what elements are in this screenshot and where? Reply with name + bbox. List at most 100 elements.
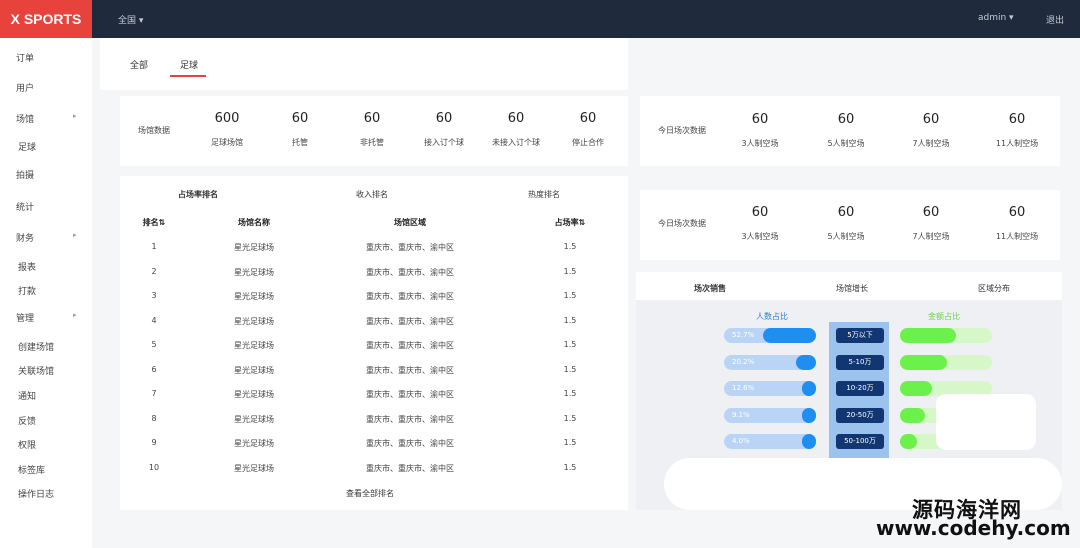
- table-row[interactable]: 7 星光足球场 重庆市、重庆市、渝中区 1.5: [120, 389, 628, 403]
- user-menu[interactable]: admin ▾: [978, 13, 1014, 23]
- table-row[interactable]: 8 星光足球场 重庆市、重庆市、渝中区 1.5: [120, 414, 628, 428]
- stat-value: 60: [1008, 205, 1026, 220]
- income-band-label: 5万以下: [836, 328, 884, 343]
- view-all-ranking-link[interactable]: 查看全部排名: [346, 488, 394, 499]
- people-share-bar: [802, 434, 816, 449]
- sidebar-item-stats[interactable]: 统计: [0, 195, 92, 217]
- people-share-bar: [796, 354, 816, 370]
- sidebar-item-football[interactable]: 足球: [0, 135, 92, 157]
- chevron-right-icon: ▸: [73, 231, 77, 239]
- logout-link[interactable]: 退出: [1046, 13, 1064, 26]
- venue-name-cell: 星光足球场: [234, 390, 274, 399]
- column-header-region: 场馆区域: [394, 218, 426, 227]
- sidebar-item-users[interactable]: 用户: [0, 76, 92, 98]
- sidebar-item-orders[interactable]: 订单: [0, 46, 92, 68]
- region-cell: 重庆市、重庆市、渝中区: [366, 316, 454, 326]
- column-header-rank[interactable]: 排名⇅: [134, 217, 174, 228]
- table-row[interactable]: 1 星光足球场 重庆市、重庆市、渝中区 1.5: [120, 242, 628, 256]
- today-stats-panel: 今日场次数据 60 3人制空场 60 5人制空场 60 7人制空场 60 11人…: [640, 96, 1060, 166]
- overlay-box: [936, 394, 1036, 450]
- sidebar-item-op-log[interactable]: 操作日志: [0, 482, 92, 504]
- tab-venue-growth[interactable]: 场馆增长: [836, 283, 868, 294]
- occupancy-cell: 1.5: [563, 291, 577, 300]
- venue-stats-panel: 场馆数据 600 足球场馆 60 托管 60 非托管 60 接入订个球 60 未…: [120, 96, 628, 166]
- sidebar: 订单 用户 场馆 ▸ 足球 拍摄 统计 财务 ▸ 报表 打款 管理 ▸ 创建场馆 关联…: [0, 38, 92, 548]
- stat-value: 60: [837, 205, 855, 220]
- sidebar-item-link-venue[interactable]: 关联场馆: [0, 359, 92, 381]
- column-header-occupancy[interactable]: 占场率⇅: [540, 217, 600, 228]
- tab-income-rank[interactable]: 收入排名: [356, 189, 388, 200]
- venue-stats-label: 场馆数据: [138, 126, 170, 135]
- rank-cell: 2: [151, 266, 157, 276]
- stat-label: 7人制空场: [912, 139, 950, 148]
- stat-label: 3人制空场: [741, 232, 779, 241]
- occupancy-cell: 1.5: [563, 364, 577, 374]
- sidebar-item-payouts[interactable]: 打款: [0, 279, 92, 301]
- tab-all[interactable]: 全部: [130, 58, 148, 71]
- tab-occupancy-rank[interactable]: 占场率排名: [178, 189, 218, 200]
- rank-cell: 9: [151, 438, 157, 447]
- region-cell: 重庆市、重庆市、渝中区: [366, 390, 454, 399]
- active-tab-indicator: [170, 75, 206, 77]
- sidebar-item-filming[interactable]: 拍摄: [0, 163, 92, 185]
- stat-value: 60: [363, 111, 381, 126]
- table-row[interactable]: 9 星光足球场 重庆市、重庆市、渝中区 1.5: [120, 438, 628, 452]
- tab-region-distribution[interactable]: 区域分布: [978, 283, 1010, 294]
- table-row[interactable]: 10 星光足球场 重庆市、重庆市、渝中区 1.5: [120, 463, 628, 477]
- people-share-label: 12.6%: [732, 384, 755, 392]
- table-row[interactable]: 5 星光足球场 重庆市、重庆市、渝中区 1.5: [120, 340, 628, 354]
- table-row[interactable]: 6 星光足球场 重庆市、重庆市、渝中区 1.5: [120, 365, 628, 379]
- people-share-label: 9.1%: [732, 410, 750, 419]
- people-share-title: 人数占比: [756, 312, 788, 321]
- stat-label: 停止合作: [572, 138, 604, 147]
- sidebar-item-create-venue[interactable]: 创建场馆: [0, 335, 92, 357]
- stat-label: 3人制空场: [741, 139, 779, 148]
- income-band-label: 5-10万: [836, 354, 884, 370]
- ranking-panel: 占场率排名 收入排名 热度排名 排名⇅ 场馆名称 场馆区域 占场率⇅ 1 星光足球…: [120, 176, 628, 510]
- stat-value: 60: [435, 111, 453, 126]
- occupancy-cell: 1.5: [563, 413, 577, 423]
- table-row[interactable]: 4 星光足球场 重庆市、重庆市、渝中区 1.5: [120, 316, 628, 330]
- stat-value: 60: [837, 112, 855, 127]
- people-share-bar: [802, 381, 816, 396]
- venue-name-cell: 星光足球场: [234, 316, 274, 326]
- venue-name-cell: 星光足球场: [234, 292, 274, 301]
- stat-value: 60: [579, 111, 597, 126]
- income-band-label: 10-20万: [836, 381, 884, 396]
- sidebar-item-venues[interactable]: 场馆 ▸: [0, 107, 92, 129]
- occupancy-cell: 1.5: [563, 266, 577, 276]
- stat-label: 足球场馆: [211, 138, 243, 147]
- stat-value: 60: [922, 112, 940, 127]
- stat-label: 5人制空场: [827, 232, 865, 241]
- occupancy-cell: 1.5: [563, 340, 577, 349]
- tab-football[interactable]: 足球: [180, 58, 198, 71]
- watermark-url: www.codehy.com: [876, 516, 1071, 540]
- sidebar-item-notices[interactable]: 通知: [0, 384, 92, 406]
- brand-logo[interactable]: X SPORTS: [0, 0, 92, 38]
- sidebar-item-permissions[interactable]: 权限: [0, 433, 92, 455]
- top-bar: X SPORTS 全国 ▾ admin ▾ 退出: [0, 0, 1080, 38]
- sidebar-item-tags[interactable]: 标签库: [0, 458, 92, 480]
- sidebar-item-finance[interactable]: 财务 ▸: [0, 226, 92, 248]
- people-share-bar: [763, 328, 816, 343]
- sidebar-item-management[interactable]: 管理 ▸: [0, 306, 92, 328]
- rank-cell: 6: [151, 364, 157, 374]
- stat-label: 11人制空场: [995, 232, 1039, 241]
- today-stats-panel: 今日场次数据 60 3人制空场 60 5人制空场 60 7人制空场 60 11人…: [640, 190, 1060, 260]
- sales-tab-bar: 场次销售 场馆增长 区域分布: [636, 272, 1062, 300]
- rank-cell: 4: [151, 315, 157, 325]
- table-row[interactable]: 2 星光足球场 重庆市、重庆市、渝中区 1.5: [120, 267, 628, 281]
- rank-cell: 7: [151, 389, 157, 398]
- stat-value: 60: [291, 111, 309, 126]
- stat-value: 60: [507, 111, 525, 126]
- region-selector[interactable]: 全国 ▾: [118, 13, 143, 26]
- tab-session-sales[interactable]: 场次销售: [694, 283, 726, 294]
- tab-popularity-rank[interactable]: 热度排名: [528, 189, 560, 200]
- venue-name-cell: 星光足球场: [234, 267, 274, 277]
- rank-cell: 3: [151, 291, 157, 300]
- table-row[interactable]: 3 星光足球场 重庆市、重庆市、渝中区 1.5: [120, 291, 628, 305]
- sidebar-item-feedback[interactable]: 反馈: [0, 409, 92, 431]
- region-cell: 重庆市、重庆市、渝中区: [366, 365, 454, 375]
- sidebar-item-reports[interactable]: 报表: [0, 255, 92, 277]
- amount-share-bar: [900, 407, 925, 423]
